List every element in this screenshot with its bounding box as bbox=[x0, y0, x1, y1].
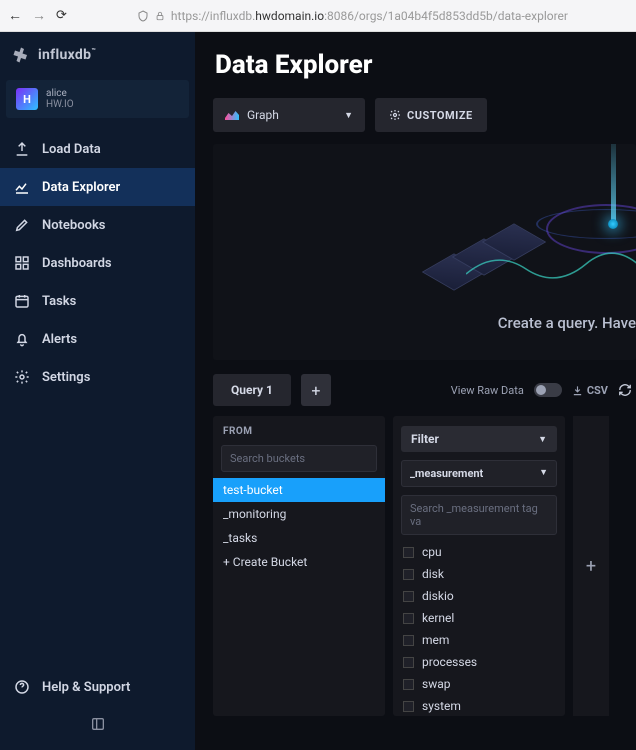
visualization-type-select[interactable]: Graph ▼ bbox=[213, 98, 365, 132]
sidebar-item-dashboards[interactable]: Dashboards bbox=[0, 244, 195, 282]
collapse-sidebar-button[interactable] bbox=[0, 706, 195, 742]
add-query-button[interactable]: + bbox=[301, 374, 331, 406]
empty-state-illustration bbox=[436, 164, 636, 324]
tag-item[interactable]: system bbox=[401, 695, 557, 717]
upload-icon bbox=[14, 141, 30, 157]
sidebar-item-label: Alerts bbox=[42, 332, 77, 347]
brand-label: influxdb™ bbox=[38, 47, 96, 63]
chevron-down-icon: ▼ bbox=[344, 110, 353, 121]
create-bucket-button[interactable]: + Create Bucket bbox=[213, 550, 385, 574]
refresh-button[interactable] bbox=[618, 383, 632, 397]
forward-button[interactable]: → bbox=[32, 7, 46, 24]
sidebar-item-help[interactable]: Help & Support bbox=[0, 668, 195, 706]
sidebar-item-notebooks[interactable]: Notebooks bbox=[0, 206, 195, 244]
pencil-icon bbox=[14, 217, 30, 233]
brand[interactable]: influxdb™ bbox=[0, 32, 195, 78]
bucket-item[interactable]: _monitoring bbox=[213, 502, 385, 526]
gear-icon bbox=[389, 109, 401, 121]
customize-button[interactable]: CUSTOMIZE bbox=[375, 98, 487, 132]
back-button[interactable]: ← bbox=[8, 7, 22, 24]
search-buckets-input[interactable]: Search buckets bbox=[221, 445, 377, 472]
url-bar[interactable]: https://influxdb.hwdomain.io:8086/orgs/1… bbox=[77, 9, 628, 23]
sidebar-item-label: Notebooks bbox=[42, 218, 106, 233]
csv-download-button[interactable]: CSV bbox=[572, 384, 608, 397]
user-card[interactable]: H alice HW.IO bbox=[6, 80, 189, 118]
calendar-icon bbox=[14, 293, 30, 309]
help-icon bbox=[14, 679, 30, 695]
tag-label: diskio bbox=[422, 589, 454, 603]
chart-icon bbox=[14, 179, 30, 195]
grid-icon bbox=[14, 255, 30, 271]
view-raw-data-toggle[interactable] bbox=[534, 383, 562, 397]
sidebar-item-settings[interactable]: Settings bbox=[0, 358, 195, 396]
visualization-panel: Create a query. Have bbox=[213, 144, 636, 360]
bucket-item[interactable]: _tasks bbox=[213, 526, 385, 550]
sidebar-item-tasks[interactable]: Tasks bbox=[0, 282, 195, 320]
sidebar-item-label: Help & Support bbox=[42, 680, 130, 695]
main-content: Data Explorer Graph ▼ CUSTOMIZE Cre bbox=[195, 32, 636, 750]
checkbox[interactable] bbox=[403, 569, 414, 580]
tag-item[interactable]: kernel bbox=[401, 607, 557, 629]
browser-toolbar: ← → ⟳ https://influxdb.hwdomain.io:8086/… bbox=[0, 0, 636, 32]
tag-label: system bbox=[422, 699, 461, 713]
tag-item[interactable]: mem bbox=[401, 629, 557, 651]
measurement-select[interactable]: _measurement ▼ bbox=[401, 460, 557, 487]
bucket-item[interactable]: test-bucket bbox=[213, 478, 385, 502]
tag-label: processes bbox=[422, 655, 477, 669]
download-icon bbox=[572, 385, 583, 396]
tag-label: kernel bbox=[422, 611, 454, 625]
avatar: H bbox=[16, 88, 38, 110]
checkbox[interactable] bbox=[403, 657, 414, 668]
tag-item[interactable]: processes bbox=[401, 651, 557, 673]
add-filter-button[interactable]: + bbox=[573, 416, 609, 716]
from-panel: FROM Search buckets test-bucket _monitor… bbox=[213, 416, 385, 716]
tag-label: disk bbox=[422, 567, 444, 581]
checkbox[interactable] bbox=[403, 679, 414, 690]
from-label: FROM bbox=[213, 426, 385, 445]
view-raw-data-label: View Raw Data bbox=[451, 384, 524, 397]
sidebar-item-label: Dashboards bbox=[42, 256, 112, 271]
checkbox[interactable] bbox=[403, 635, 414, 646]
chevron-down-icon: ▼ bbox=[538, 434, 547, 445]
url-text: https://influxdb.hwdomain.io:8086/orgs/1… bbox=[171, 9, 568, 23]
sidebar-item-label: Load Data bbox=[42, 142, 101, 157]
search-measurement-input[interactable]: Search _measurement tag va bbox=[401, 495, 557, 535]
sidebar-item-label: Tasks bbox=[42, 294, 76, 309]
tag-item[interactable]: diskio bbox=[401, 585, 557, 607]
page-title: Data Explorer bbox=[209, 32, 636, 98]
reload-button[interactable]: ⟳ bbox=[56, 8, 67, 23]
tag-item[interactable]: cpu bbox=[401, 541, 557, 563]
gear-icon bbox=[14, 369, 30, 385]
visualization-type-label: Graph bbox=[247, 108, 279, 122]
sidebar-item-alerts[interactable]: Alerts bbox=[0, 320, 195, 358]
sidebar-item-label: Settings bbox=[42, 370, 90, 385]
chevron-down-icon: ▼ bbox=[539, 467, 548, 480]
empty-state-text: Create a query. Have bbox=[498, 314, 636, 332]
filter-header[interactable]: Filter ▼ bbox=[401, 426, 557, 452]
query-tab[interactable]: Query 1 bbox=[213, 374, 291, 406]
customize-label: CUSTOMIZE bbox=[407, 109, 473, 122]
user-name: alice bbox=[46, 88, 74, 99]
tag-label: mem bbox=[422, 633, 449, 647]
checkbox[interactable] bbox=[403, 701, 414, 712]
user-org: HW.IO bbox=[46, 99, 74, 110]
lock-icon bbox=[155, 10, 165, 22]
checkbox[interactable] bbox=[403, 547, 414, 558]
influxdb-logo-icon bbox=[12, 46, 30, 64]
tag-item[interactable]: swap bbox=[401, 673, 557, 695]
graph-icon bbox=[225, 110, 239, 120]
tag-label: cpu bbox=[422, 545, 442, 559]
tag-label: swap bbox=[422, 677, 450, 691]
checkbox[interactable] bbox=[403, 613, 414, 624]
sidebar-item-label: Data Explorer bbox=[42, 180, 120, 195]
sidebar-item-data-explorer[interactable]: Data Explorer bbox=[0, 168, 195, 206]
sidebar: influxdb™ H alice HW.IO Load Data Data E… bbox=[0, 32, 195, 750]
checkbox[interactable] bbox=[403, 591, 414, 602]
shield-icon bbox=[137, 10, 149, 22]
sidebar-item-load-data[interactable]: Load Data bbox=[0, 130, 195, 168]
filter-panel: Filter ▼ _measurement ▼ Search _measurem… bbox=[393, 416, 565, 716]
bell-icon bbox=[14, 331, 30, 347]
tag-item[interactable]: disk bbox=[401, 563, 557, 585]
